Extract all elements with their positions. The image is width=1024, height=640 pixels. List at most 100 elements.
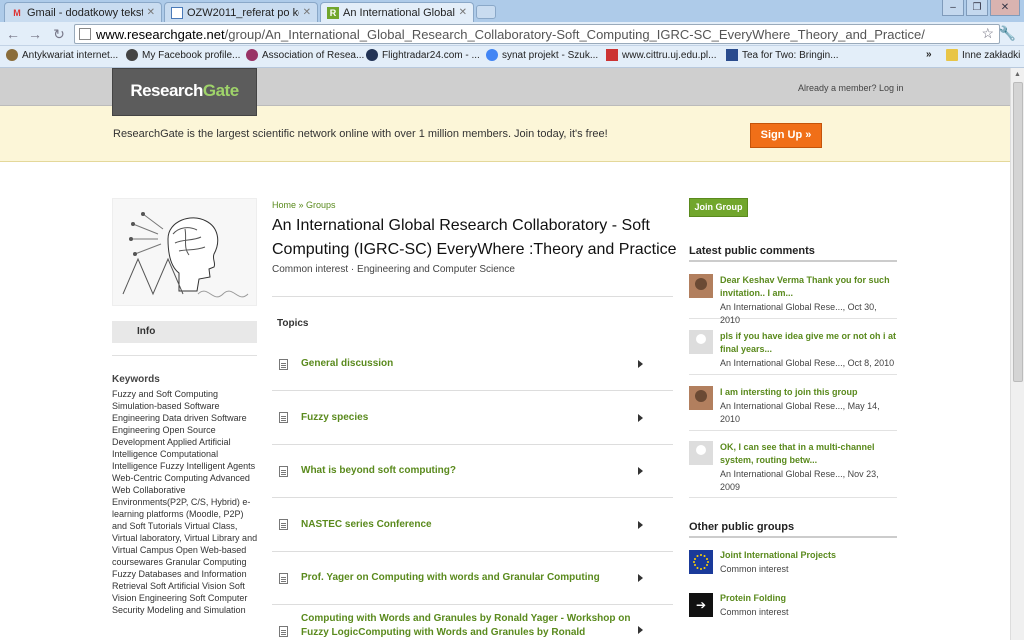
brain-illustration-icon (122, 212, 249, 298)
new-tab-button[interactable] (476, 5, 496, 19)
close-tab-icon[interactable]: ✕ (459, 7, 467, 18)
url-path: /group/An_International_Global_Research_… (224, 26, 925, 42)
divider (112, 355, 257, 356)
topic-document-icon (279, 626, 288, 637)
topic-label: NASTEC series Conference (301, 518, 432, 530)
comment-meta: An International Global Rese..., Nov 23,… (720, 469, 879, 492)
breadcrumb[interactable]: Home » Groups (272, 200, 336, 210)
login-link[interactable]: Already a member? Log in (798, 83, 904, 93)
bookmark-item[interactable]: www.cittru.uj.edu.pl... (606, 49, 716, 61)
other-bookmarks-label: Inne zakładki (962, 49, 1021, 61)
other-bookmarks[interactable]: Inne zakładki (946, 49, 1020, 61)
bookmark-label: synat projekt - Szuk... (502, 49, 599, 61)
group-image (112, 198, 257, 306)
close-tab-icon[interactable]: ✕ (147, 7, 155, 18)
comment-item[interactable]: Dear Keshav Verma Thank you for such inv… (689, 274, 898, 325)
chevron-right-icon (638, 626, 643, 634)
topic-document-icon (279, 519, 288, 530)
forward-icon[interactable]: → (26, 25, 44, 43)
comment-text[interactable]: Dear Keshav Verma Thank you for such inv… (720, 274, 898, 300)
topic-label: Computing with Words and Granules by Ron… (301, 613, 631, 638)
group-name[interactable]: Protein Folding (720, 593, 786, 603)
topic-document-icon (279, 412, 288, 423)
logo-text: Research (130, 81, 203, 100)
chevron-right-icon (638, 413, 643, 422)
tab-label: Gmail - dodatkowy tekst - I (27, 6, 143, 19)
comment-meta: An International Global Rese..., Oct 8, … (720, 358, 895, 368)
eu-flag-icon (689, 550, 713, 574)
group-category: Common interest · Engineering and Comput… (272, 264, 515, 275)
bookmark-item[interactable]: Flightradar24.com - ... (366, 49, 480, 61)
keywords-title: Keywords (112, 374, 160, 385)
topic-item[interactable]: What is beyond soft computing? (272, 445, 673, 498)
bookmarks-overflow[interactable]: » (926, 49, 932, 60)
bookmark-star-icon[interactable]: ☆ (981, 25, 994, 42)
bookmark-label: Association of Resea... (262, 49, 365, 61)
divider (689, 536, 897, 538)
info-tab[interactable]: Info (112, 321, 257, 343)
bookmark-icon (486, 49, 498, 61)
tab-label: OZW2011_referat po korekc (187, 6, 299, 19)
scrollbar-thumb[interactable] (1013, 82, 1023, 382)
bookmark-icon (366, 49, 378, 61)
tab-label: An International Global Res (343, 6, 455, 19)
chevron-right-icon (638, 520, 643, 529)
scroll-up-icon[interactable]: ▲ (1014, 71, 1021, 78)
topic-document-icon (279, 572, 288, 584)
topic-document-icon (279, 465, 288, 477)
comment-item[interactable]: pls if you have idea give me or not oh i… (689, 330, 897, 375)
page-icon (79, 28, 91, 40)
tab-gmail[interactable]: M Gmail - dodatkowy tekst - I ✕ (4, 2, 162, 22)
banner-text: ResearchGate is the largest scientific n… (113, 128, 608, 140)
comment-text[interactable]: I am intersting to join this group (720, 386, 898, 399)
topic-item[interactable]: General discussion (272, 338, 673, 391)
avatar[interactable] (689, 330, 713, 354)
document-icon (171, 6, 183, 19)
bookmark-icon (126, 49, 138, 61)
chevron-right-icon (638, 360, 643, 368)
minimize-icon[interactable]: – (942, 0, 964, 16)
wrench-icon[interactable]: 🔧 (999, 25, 1016, 42)
group-type: Common interest (720, 607, 789, 617)
chevron-right-icon (638, 467, 643, 475)
bookmark-item[interactable]: Tea for Two: Bringin... (726, 49, 839, 61)
bookmarks-bar: Antykwariat internet... My Facebook prof… (0, 46, 1024, 68)
comment-item[interactable]: OK, I can see that in a multi-channel sy… (689, 441, 897, 498)
tab-researchgate[interactable]: R An International Global Res ✕ (320, 2, 474, 22)
back-icon[interactable]: ← (4, 25, 22, 43)
bookmark-item[interactable]: Antykwariat internet... (6, 49, 118, 61)
topic-item[interactable]: Fuzzy species (272, 391, 673, 445)
close-window-icon[interactable]: ✕ (990, 0, 1020, 16)
avatar[interactable] (689, 386, 713, 410)
group-item[interactable]: Joint International Projects Common inte… (689, 550, 897, 580)
window-controls: – ❐ ✕ (940, 0, 1020, 16)
researchgate-logo[interactable]: ResearchGate (112, 68, 257, 116)
topic-document-icon (279, 358, 288, 370)
comment-text[interactable]: pls if you have idea give me or not oh i… (720, 330, 898, 356)
topic-item[interactable]: NASTEC series Conference (272, 498, 673, 552)
tab-ozw2011[interactable]: OZW2011_referat po korekc ✕ (164, 2, 318, 22)
bookmark-label: www.cittru.uj.edu.pl... (622, 49, 717, 61)
avatar[interactable] (689, 441, 713, 465)
group-item[interactable]: ➔ Protein Folding Common interest (689, 593, 897, 623)
bookmark-item[interactable]: My Facebook profile... (126, 49, 240, 61)
signup-button[interactable]: Sign Up » (750, 123, 822, 148)
bookmark-item[interactable]: Association of Resea... (246, 49, 364, 61)
comment-text[interactable]: OK, I can see that in a multi-channel sy… (720, 441, 898, 467)
vertical-scrollbar[interactable]: ▲ (1010, 68, 1024, 640)
topic-item[interactable]: Computing with Words and Granules by Ron… (272, 605, 673, 640)
join-group-button[interactable]: Join Group (689, 198, 748, 217)
reload-icon[interactable]: ↻ (50, 25, 68, 43)
bookmark-item[interactable]: synat projekt - Szuk... (486, 49, 598, 61)
close-tab-icon[interactable]: ✕ (303, 7, 311, 18)
avatar[interactable] (689, 274, 713, 298)
bookmark-icon (726, 49, 738, 61)
address-bar[interactable]: www.researchgate.net/group/An_Internatio… (74, 24, 1000, 44)
browser-toolbar: ← → ↻ www.researchgate.net/group/An_Inte… (0, 22, 1024, 46)
topic-item[interactable]: Prof. Yager on Computing with words and … (272, 552, 673, 605)
comment-item[interactable]: I am intersting to join this group An In… (689, 386, 897, 431)
group-name[interactable]: Joint International Projects (720, 550, 836, 560)
bookmark-icon (606, 49, 618, 61)
topics-title: Topics (277, 318, 309, 329)
restore-icon[interactable]: ❐ (966, 0, 988, 16)
